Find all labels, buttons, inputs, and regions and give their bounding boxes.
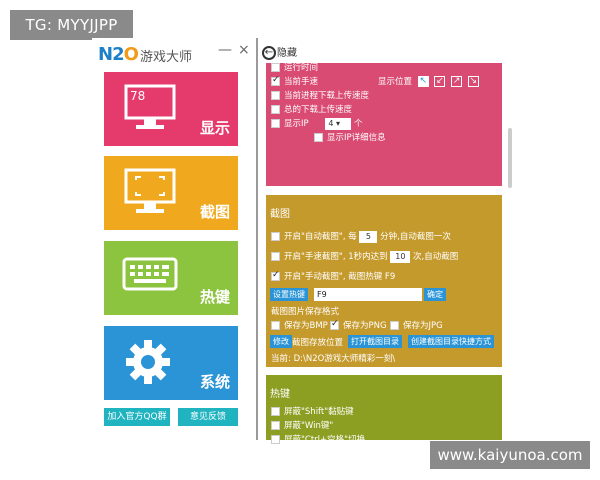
block-ctrl-space[interactable]: 屏蔽"Ctrl+空格"切换	[271, 433, 365, 445]
set-hotkey-button[interactable]: 设置热键	[270, 288, 308, 301]
confirm-button[interactable]: 确定	[424, 288, 446, 301]
hide-label: 隐藏	[277, 48, 297, 59]
watermark-top-left: TG: MYYJJPP	[10, 10, 133, 40]
checkbox[interactable]	[271, 407, 280, 416]
ip-unit: 个	[354, 119, 363, 129]
minimize-button[interactable]: —	[218, 42, 232, 58]
create-shortcut-button[interactable]: 创建截图目录快捷方式	[408, 335, 494, 348]
checkbox-checked[interactable]	[330, 319, 339, 330]
checkbox[interactable]	[271, 63, 280, 72]
option-run-time[interactable]: 运行时间	[271, 61, 318, 73]
app-title: 游戏大师	[140, 50, 193, 65]
option-total-speed[interactable]: 总的下载上传速度	[271, 103, 352, 115]
ip-count-select[interactable]: 4 ▾	[325, 117, 352, 130]
position-label: 显示位置	[378, 77, 413, 87]
bottom-left-arrow-icon[interactable]: ↙	[434, 76, 446, 87]
screenshot-monitor-icon	[124, 168, 176, 213]
checkbox[interactable]	[390, 321, 399, 330]
checkbox[interactable]	[271, 232, 280, 241]
checkbox[interactable]	[314, 133, 323, 142]
checkbox[interactable]	[271, 119, 280, 128]
open-dir-button[interactable]: 打开截图目录	[348, 335, 402, 348]
gear-icon	[126, 340, 170, 384]
format-png[interactable]: 保存为PNG	[330, 319, 387, 331]
format-bmp[interactable]: 保存为BMP	[271, 319, 328, 331]
top-left-arrow-icon[interactable]: ↖	[417, 76, 429, 87]
save-location-label: 截图存放位置	[292, 338, 344, 348]
tile-system[interactable]: 系统	[104, 326, 238, 400]
main-window: N2O 游戏大师 — × 78 显示 截图 热键 系统 加入官方QQ群 意见反馈	[92, 38, 255, 438]
fps-number: 78	[130, 89, 146, 103]
block-win[interactable]: 屏蔽"Win键"	[271, 419, 333, 431]
checkbox[interactable]	[271, 91, 280, 100]
checkbox[interactable]	[271, 105, 280, 114]
tile-display[interactable]: 78 显示	[104, 72, 238, 146]
option-ip-detail[interactable]: 显示IP详细信息	[314, 131, 386, 143]
screenshot-panel: 截图 开启"自动截图", 每 5 分钟,自动截图一次 开启"手速截图", 1秒内…	[266, 195, 502, 367]
hotkey-panel: 热键 屏蔽"Shift"黏贴键 屏蔽"Win键" 屏蔽"Ctrl+空格"切换	[266, 375, 502, 445]
option-auto-screenshot[interactable]: 开启"自动截图", 每 5 分钟,自动截图一次	[271, 230, 451, 243]
format-section-title: 截图图片保存格式	[271, 307, 340, 317]
tile-screenshot-label: 截图	[199, 203, 230, 221]
checkbox[interactable]	[271, 421, 280, 430]
keyboard-icon	[122, 257, 178, 291]
watermark-bottom-right: www.kaiyunoa.com	[430, 441, 590, 469]
hotkey-input[interactable]: F9	[314, 288, 422, 301]
option-manual-screenshot[interactable]: 开启"手动截图", 截图热键 F9	[271, 270, 395, 282]
tile-display-label: 显示	[199, 119, 230, 137]
speed-threshold-input[interactable]: 10	[390, 250, 411, 263]
option-process-speed[interactable]: 当前进程下载上传速度	[271, 89, 369, 101]
checkbox[interactable]	[271, 252, 280, 261]
checkbox[interactable]	[271, 321, 280, 330]
format-jpg[interactable]: 保存为JPG	[390, 319, 443, 331]
settings-window: ←隐藏 运行时间 当前手速 显示位置 ↖ ↙ ↗ ↘ 当前进程下载上传速度 总的…	[256, 38, 514, 445]
tile-screenshot[interactable]: 截图	[104, 156, 238, 230]
app-logo: N2O	[98, 44, 139, 65]
modify-button[interactable]: 修改	[270, 335, 292, 348]
checkbox-checked[interactable]	[271, 270, 280, 281]
hide-button[interactable]: ← 隐藏	[262, 44, 297, 60]
close-button[interactable]: ×	[238, 42, 250, 58]
checkbox-checked[interactable]	[271, 75, 280, 86]
checkbox[interactable]	[271, 435, 280, 444]
display-panel: 运行时间 当前手速 显示位置 ↖ ↙ ↗ ↘ 当前进程下载上传速度 总的下载上传…	[266, 63, 502, 186]
bottom-right-arrow-icon[interactable]: ↘	[467, 76, 479, 87]
hotkey-section-title: 热键	[270, 389, 290, 400]
option-show-ip[interactable]: 显示IP 4 ▾ 个	[271, 117, 363, 130]
feedback-button[interactable]: 意见反馈	[178, 408, 238, 426]
screenshot-section-title: 截图	[270, 209, 290, 220]
position-selector: 显示位置 ↖ ↙ ↗ ↘	[378, 75, 479, 87]
back-arrow-icon: ←	[262, 46, 276, 60]
auto-interval-input[interactable]: 5	[359, 230, 378, 243]
join-qq-group-button[interactable]: 加入官方QQ群	[104, 408, 170, 426]
top-right-arrow-icon[interactable]: ↗	[451, 76, 463, 87]
scrollbar-thumb[interactable]	[508, 128, 512, 188]
tile-system-label: 系统	[199, 373, 230, 391]
current-path: 当前: D:\N2O游戏大师精彩一刻\	[271, 354, 396, 364]
option-speed-screenshot[interactable]: 开启"手速截图", 1秒内达到 10 次,自动截图	[271, 250, 458, 263]
tile-hotkey[interactable]: 热键	[104, 241, 238, 315]
block-shift[interactable]: 屏蔽"Shift"黏贴键	[271, 405, 354, 417]
tile-hotkey-label: 热键	[199, 288, 230, 306]
option-current-speed[interactable]: 当前手速	[271, 75, 318, 87]
